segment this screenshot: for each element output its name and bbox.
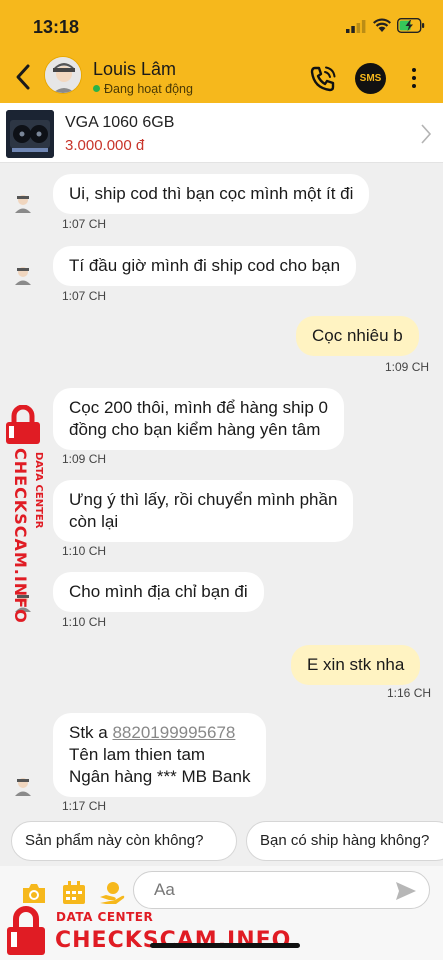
status-bar: 13:18 [0, 0, 443, 50]
message-bubble-incoming[interactable]: Tí đầu giờ mình đi ship cod cho bạn [53, 246, 357, 286]
message-line: Stk a 8820199995678 [69, 722, 250, 744]
message-time: 1:07 CH [62, 289, 107, 303]
message-time: 1:17 CH [62, 799, 107, 813]
watermark-bottom: DATA CENTER CHECKSCAM.INFO [4, 906, 290, 958]
message-line: còn lại [69, 512, 119, 531]
phone-call-icon[interactable] [308, 64, 338, 94]
message-time: 1:10 CH [62, 615, 107, 629]
contact-avatar[interactable] [44, 56, 82, 94]
message-bubble-incoming[interactable]: Cho mình địa chỉ bạn đi [53, 572, 264, 612]
product-price: 3.000.000 đ [65, 137, 145, 154]
home-indicator [150, 943, 300, 948]
more-options-icon[interactable] [410, 68, 418, 90]
account-number-link[interactable]: 8820199995678 [112, 723, 235, 742]
padlock-icon [6, 405, 40, 444]
message-bubble-incoming[interactable]: Stk a 8820199995678 Tên lam thien tam Ng… [53, 713, 267, 797]
message-bubble-outgoing[interactable]: E xin stk nha [291, 645, 421, 685]
sender-avatar-icon [15, 267, 31, 285]
product-card[interactable]: VGA 1060 6GB 3.000.000 đ [0, 103, 443, 163]
message-line: Tên lam thien tam [69, 745, 206, 764]
online-dot-icon [93, 85, 100, 92]
battery-charging-icon [397, 18, 425, 33]
message-bubble-incoming[interactable]: Ui, ship cod thì bạn cọc mình một ít đi [53, 174, 370, 214]
message-line: Cọc 200 thôi, mình để hàng ship 0 [69, 398, 328, 417]
quick-reply-chip[interactable]: Bạn có ship hàng không? [246, 821, 443, 861]
gpu-image-icon [6, 110, 54, 158]
padlock-icon [7, 906, 45, 955]
message-bubble-incoming[interactable]: Cọc 200 thôi, mình để hàng ship 0 đồng c… [53, 388, 344, 450]
message-time: 1:09 CH [385, 360, 430, 374]
watermark-small-text: DATA CENTER [56, 910, 154, 924]
message-line: Ưng ý thì lấy, rồi chuyển mình phần [69, 490, 338, 509]
presence-status: Đang hoạt động [93, 82, 193, 96]
message-input[interactable]: Aa [133, 871, 430, 909]
chevron-right-icon[interactable] [420, 123, 432, 145]
message-time: 1:10 CH [62, 544, 107, 558]
message-time: 1:07 CH [62, 217, 107, 231]
message-line: đồng cho bạn kiểm hàng yên tâm [69, 420, 321, 439]
wifi-icon [373, 18, 391, 32]
watermark-big-text: CHECKSCAM.INFO [55, 928, 292, 953]
avatar-face-icon [45, 57, 81, 93]
account-prefix: Stk a [69, 723, 113, 742]
sms-icon[interactable]: SMS [355, 63, 386, 94]
send-icon[interactable] [394, 880, 418, 902]
watermark-side: CHECKSCAM.INFO DATA CENTER [4, 405, 46, 625]
status-time: 13:18 [33, 17, 80, 37]
quick-reply-chip[interactable]: Sản phẩm này còn không? [11, 821, 237, 861]
chat-header: 13:18 Louis Lâm Đang hoạt động SMS [0, 0, 443, 103]
sender-avatar-icon [15, 778, 31, 796]
hand-money-icon[interactable] [98, 879, 126, 907]
presence-label: Đang hoạt động [104, 82, 193, 96]
contact-name[interactable]: Louis Lâm [93, 59, 176, 80]
back-arrow-icon[interactable] [12, 62, 34, 92]
cellular-signal-icon [346, 20, 366, 33]
message-line: Ngân hàng *** MB Bank [69, 767, 251, 786]
product-title: VGA 1060 6GB [65, 114, 175, 131]
camera-icon[interactable] [20, 879, 48, 907]
calendar-icon[interactable] [60, 879, 88, 907]
product-thumbnail [6, 110, 54, 158]
message-time: 1:09 CH [62, 452, 107, 466]
message-bubble-outgoing[interactable]: Cọc nhiêu b [296, 316, 419, 356]
watermark-big-text: CHECKSCAM.INFO [11, 448, 30, 624]
message-bubble-incoming[interactable]: Ưng ý thì lấy, rồi chuyển mình phần còn … [53, 480, 354, 542]
sender-avatar-icon [15, 195, 31, 213]
message-time: 1:16 CH [387, 686, 432, 700]
watermark-small-text: DATA CENTER [33, 452, 44, 529]
